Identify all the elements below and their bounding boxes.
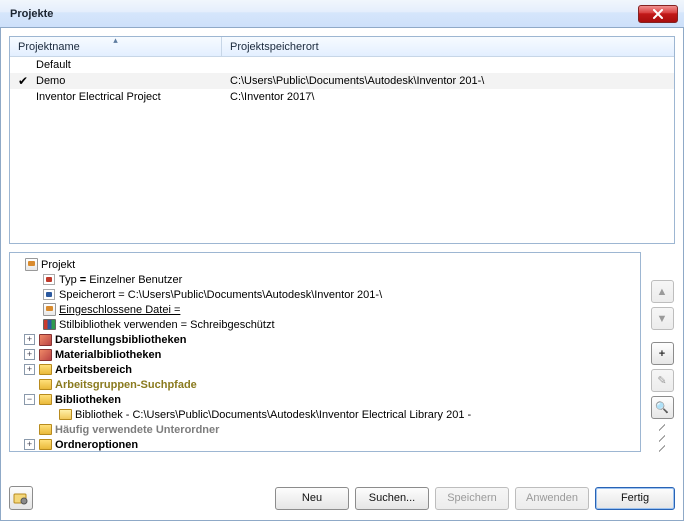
add-button[interactable]: +: [651, 342, 674, 365]
folder-settings-button[interactable]: [9, 486, 33, 510]
apply-button-label: Anwenden: [526, 492, 578, 504]
tree-included-file-label: Eingeschlossene Datei =: [59, 304, 180, 316]
expander-plus-icon[interactable]: +: [24, 364, 35, 375]
tree-libraries-label: Bibliotheken: [55, 394, 121, 406]
arrow-down-icon: ▼: [657, 313, 668, 325]
appearance-icon: [38, 333, 52, 346]
close-button[interactable]: [638, 5, 678, 23]
browse-button[interactable]: 🔍: [651, 396, 674, 419]
folder-gear-icon: [13, 491, 29, 505]
move-down-button[interactable]: ▼: [651, 307, 674, 330]
expander-minus-icon[interactable]: −: [24, 394, 35, 405]
tree-root[interactable]: Projekt: [14, 257, 636, 272]
new-button-label: Neu: [302, 492, 322, 504]
tree-workspace[interactable]: + Arbeitsbereich: [14, 362, 636, 377]
swatch-icon: [42, 318, 56, 331]
window-title: Projekte: [10, 8, 638, 20]
tree-libraries[interactable]: − Bibliotheken: [14, 392, 636, 407]
project-list-body: Default✔DemoC:\Users\Public\Documents\Au…: [10, 57, 674, 243]
apply-button: Anwenden: [515, 487, 589, 510]
tree-library-item[interactable]: Bibliothek - C:\Users\Public\Documents\A…: [14, 407, 636, 422]
column-header-name[interactable]: ▴ Projektname: [10, 37, 222, 56]
folder-icon: [38, 363, 52, 376]
expander-plus-icon[interactable]: +: [24, 439, 35, 450]
tree-style-library-label: Stilbibliothek verwenden = Schreibgeschü…: [59, 319, 275, 331]
included-file-icon: [42, 303, 56, 316]
bottom-toolbar: Neu Suchen... Speichern Anwenden Fertig: [9, 484, 675, 512]
folder-icon: [38, 393, 52, 406]
tree-appearance-libraries[interactable]: + Darstellungsbibliotheken: [14, 332, 636, 347]
search-button[interactable]: Suchen...: [355, 487, 429, 510]
project-row[interactable]: Inventor Electrical ProjectC:\Inventor 2…: [10, 89, 674, 105]
tree-storage[interactable]: Speicherort = C:\Users\Public\Documents\…: [14, 287, 636, 302]
close-icon: [652, 9, 664, 19]
project-name-cell: Inventor Electrical Project: [36, 91, 222, 103]
project-list: ▴ Projektname Projektspeicherort Default…: [9, 36, 675, 244]
plus-icon: +: [659, 348, 665, 360]
project-tree: Projekt Typ = Einzelner Benutzer Speiche…: [9, 252, 641, 452]
tree-root-label: Projekt: [41, 259, 75, 271]
column-header-location[interactable]: Projektspeicherort: [222, 37, 674, 56]
tree-library-item-label: Bibliothek - C:\Users\Public\Documents\A…: [75, 409, 471, 421]
tree-material-libraries[interactable]: + Materialbibliotheken: [14, 347, 636, 362]
save-button-label: Speichern: [447, 492, 497, 504]
magnifier-icon: 🔍: [655, 401, 669, 414]
project-row[interactable]: Default: [10, 57, 674, 73]
arrow-up-icon: ▲: [657, 286, 668, 298]
column-header-name-label: Projektname: [18, 41, 80, 53]
sort-asc-icon: ▴: [113, 35, 118, 46]
type-icon: [42, 273, 56, 286]
titlebar: Projekte: [0, 0, 684, 28]
tree-frequent-subfolders-label: Häufig verwendete Unterordner: [55, 424, 219, 436]
folder-open-icon: [58, 408, 72, 421]
new-button[interactable]: Neu: [275, 487, 349, 510]
tree-workspace-label: Arbeitsbereich: [55, 364, 132, 376]
project-location-cell: C:\Inventor 2017\: [222, 91, 674, 103]
project-name-cell: Default: [36, 59, 222, 71]
search-button-label: Suchen...: [369, 492, 415, 504]
project-file-icon: [24, 258, 38, 271]
tree-folder-options[interactable]: + Ordneroptionen: [14, 437, 636, 452]
tree-type-label: Typ = Einzelner Benutzer: [59, 274, 182, 286]
done-button[interactable]: Fertig: [595, 487, 675, 510]
column-header-location-label: Projektspeicherort: [230, 41, 319, 53]
active-check-icon: ✔: [10, 74, 36, 88]
project-location-cell: C:\Users\Public\Documents\Autodesk\Inven…: [222, 75, 674, 87]
side-toolbar: ▲ ▼ + ✎ 🔍: [650, 280, 674, 449]
tree-frequent-subfolders[interactable]: Häufig verwendete Unterordner: [14, 422, 636, 437]
project-row[interactable]: ✔DemoC:\Users\Public\Documents\Autodesk\…: [10, 73, 674, 89]
tree-workgroup-search-paths[interactable]: Arbeitsgruppen-Suchpfade: [14, 377, 636, 392]
expander-plus-icon[interactable]: +: [24, 349, 35, 360]
tree-style-library[interactable]: Stilbibliothek verwenden = Schreibgeschü…: [14, 317, 636, 332]
project-name-cell: Demo: [36, 75, 222, 87]
tree-folder-options-label: Ordneroptionen: [55, 439, 138, 451]
save-button: Speichern: [435, 487, 509, 510]
done-button-label: Fertig: [621, 492, 649, 504]
storage-icon: [42, 288, 56, 301]
tree-included-file[interactable]: Eingeschlossene Datei =: [14, 302, 636, 317]
folder-icon: [38, 438, 52, 451]
tree-appearance-libraries-label: Darstellungsbibliotheken: [55, 334, 186, 346]
pencil-icon: ✎: [657, 374, 666, 387]
edit-button[interactable]: ✎: [651, 369, 674, 392]
expander-plus-icon[interactable]: +: [24, 334, 35, 345]
tree-workgroup-search-paths-label: Arbeitsgruppen-Suchpfade: [55, 379, 197, 391]
move-up-button[interactable]: ▲: [651, 280, 674, 303]
project-list-header: ▴ Projektname Projektspeicherort: [10, 37, 674, 57]
tree-type[interactable]: Typ = Einzelner Benutzer: [14, 272, 636, 287]
material-icon: [38, 348, 52, 361]
folder-icon: [38, 378, 52, 391]
resize-handle-icon[interactable]: [659, 427, 665, 449]
folder-icon: [38, 423, 52, 436]
tree-material-libraries-label: Materialbibliotheken: [55, 349, 161, 361]
tree-storage-label: Speicherort = C:\Users\Public\Documents\…: [59, 289, 382, 301]
